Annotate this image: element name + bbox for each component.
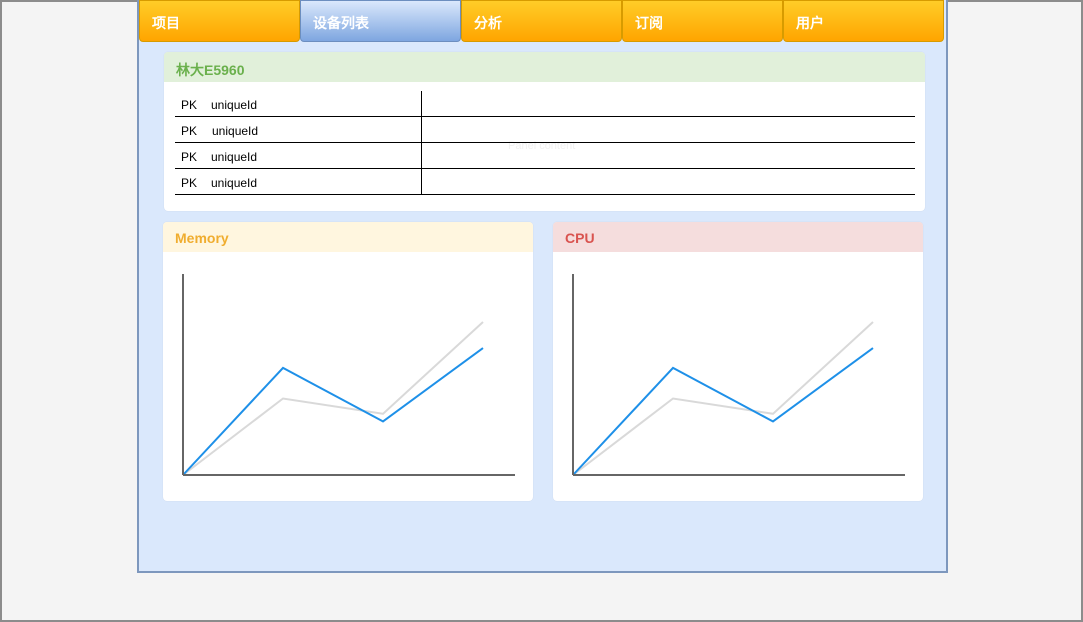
device-panel: 林大E5960 Panel content PK uniqueId PK uni…	[164, 52, 925, 211]
series-line-0	[572, 321, 874, 476]
column-divider	[421, 169, 422, 194]
series-line-0	[182, 321, 484, 476]
tab-label: 项目	[152, 15, 180, 31]
device-table: PK uniqueId PK uniqueId PK uniqueId PK u…	[175, 91, 915, 195]
table-row[interactable]: PK uniqueId	[175, 91, 915, 117]
tab-label: 订阅	[635, 15, 663, 31]
memory-panel-title: Memory	[163, 222, 533, 252]
series-line-1	[572, 347, 874, 476]
row-field: uniqueId	[211, 150, 258, 164]
tab-label: 用户	[796, 15, 824, 31]
column-divider	[421, 143, 422, 168]
table-row[interactable]: PK uniqueId	[175, 169, 915, 195]
tab-analysis[interactable]: 分析	[461, 0, 622, 42]
row-key: PK	[181, 124, 198, 138]
row-field: uniqueId	[211, 176, 258, 190]
table-row[interactable]: PK uniqueId	[175, 117, 915, 143]
cpu-panel: CPU	[553, 222, 923, 501]
row-key: PK	[181, 150, 198, 164]
tab-label: 分析	[474, 15, 502, 31]
table-row[interactable]: PK uniqueId	[175, 143, 915, 169]
tab-label: 设备列表	[313, 15, 369, 31]
memory-chart	[182, 274, 515, 476]
row-field: uniqueId	[212, 124, 259, 138]
cpu-panel-title: CPU	[553, 222, 923, 252]
row-field: uniqueId	[211, 98, 258, 112]
tab-subscription[interactable]: 订阅	[622, 0, 783, 42]
column-divider	[421, 91, 422, 116]
top-nav: 项目 设备列表 分析 订阅 用户	[139, 0, 946, 42]
series-line-1	[182, 347, 484, 476]
tab-device-list[interactable]: 设备列表	[300, 0, 461, 42]
tab-projects[interactable]: 项目	[139, 0, 300, 42]
row-key: PK	[181, 98, 198, 112]
device-panel-title: 林大E5960	[164, 52, 925, 82]
app-container: 项目 设备列表 分析 订阅 用户 林大E5960 Panel content P…	[137, 0, 948, 573]
row-key: PK	[181, 176, 198, 190]
memory-panel: Memory	[163, 222, 533, 501]
cpu-chart	[572, 274, 905, 476]
column-divider	[421, 117, 422, 142]
tab-users[interactable]: 用户	[783, 0, 944, 42]
